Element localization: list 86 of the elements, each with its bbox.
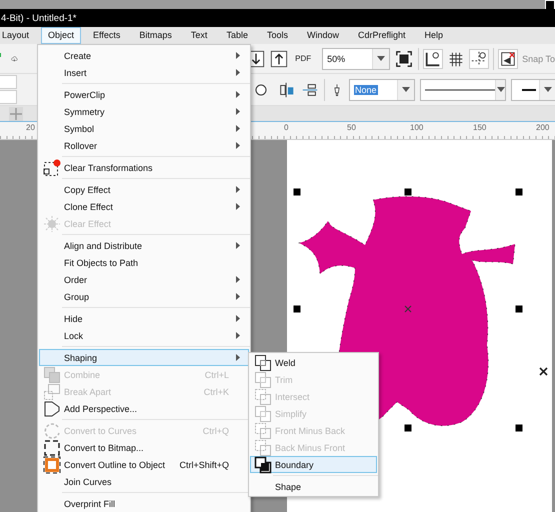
sparkle-icon xyxy=(43,214,61,232)
ruler-label: 50 xyxy=(347,123,356,132)
selection-handle[interactable] xyxy=(294,306,300,312)
menu-item[interactable]: Insert xyxy=(39,64,249,81)
menu-bar-item[interactable]: Text xyxy=(184,27,214,44)
bracket-frame-icon xyxy=(43,438,61,456)
dashed-square-icon xyxy=(43,158,61,176)
circle-icon[interactable] xyxy=(255,84,267,96)
window-control-icon[interactable] xyxy=(545,0,555,10)
rulers-icon[interactable] xyxy=(424,50,442,68)
ruler-label: 100 xyxy=(410,123,424,132)
perspective-icon xyxy=(43,400,61,418)
center-mark-icon xyxy=(404,306,412,312)
plus-icon xyxy=(10,108,22,120)
menu-bar-item[interactable]: Window xyxy=(300,27,346,44)
arrowhead-dropdown[interactable] xyxy=(511,78,555,100)
menu-item[interactable]: Convert Outline to Object Ctrl+Shift+Q xyxy=(39,456,249,473)
menu-item[interactable]: Rollover xyxy=(39,137,249,154)
menu-bar-item[interactable]: Tools xyxy=(260,27,295,44)
caret-icon xyxy=(377,56,386,61)
selection-handle[interactable] xyxy=(516,424,522,432)
menu-item[interactable]: Order xyxy=(39,271,249,288)
menu-item[interactable]: Hide xyxy=(39,310,249,327)
menu-item[interactable]: Overprint Fill xyxy=(39,495,249,512)
snap-off-icon[interactable] xyxy=(499,50,518,68)
fullscreen-icon[interactable] xyxy=(395,50,414,68)
menu-item[interactable]: Fit Objects to Path xyxy=(39,254,249,271)
overlapping-squares-icon xyxy=(43,366,61,384)
menu-item[interactable]: Group xyxy=(39,288,249,305)
export-icon[interactable] xyxy=(270,50,288,68)
dashed-squares-icon xyxy=(254,388,272,406)
input-field[interactable] xyxy=(0,75,17,89)
menu-item[interactable]: Clear Transformations xyxy=(39,159,249,176)
menu-item[interactable]: Weld xyxy=(250,354,377,371)
split-squares-icon xyxy=(43,382,61,400)
selection-handle[interactable] xyxy=(516,306,522,312)
align-icon[interactable] xyxy=(278,80,296,98)
curve-icon xyxy=(43,422,61,440)
zoom-dropdown[interactable]: 50% xyxy=(322,48,390,70)
caret-icon xyxy=(496,87,504,92)
menu-bar-item[interactable]: Help xyxy=(418,27,450,44)
menu-item[interactable]: Convert to Bitmap... xyxy=(39,439,249,456)
outline-object-icon xyxy=(43,456,61,474)
selection-handle[interactable] xyxy=(294,188,300,196)
menu-item[interactable]: Symmetry xyxy=(39,103,249,120)
ruler-label: 0 xyxy=(284,123,288,132)
menu-item[interactable]: Symbol xyxy=(39,120,249,137)
menu-item[interactable]: Copy Effect xyxy=(39,181,249,198)
menu-item[interactable]: PowerClip xyxy=(39,86,249,103)
boundary-icon xyxy=(254,456,272,474)
menu-bar-item[interactable]: Effects xyxy=(86,27,128,44)
window-title: 4-Bit) - Untitled-1* xyxy=(0,12,76,24)
selection-handle[interactable] xyxy=(404,188,412,196)
menu-bar-item[interactable]: Table xyxy=(219,27,255,44)
menu-item[interactable]: Create xyxy=(39,47,249,64)
dashed-squares-icon xyxy=(254,422,272,440)
menu-bar-item[interactable]: Bitmaps xyxy=(132,27,179,44)
menu-item[interactable]: Align and Distribute xyxy=(39,237,249,254)
menu-item[interactable]: Join Curves xyxy=(39,473,249,490)
selection-handle[interactable] xyxy=(516,188,522,196)
ruler-label: 200 xyxy=(536,123,550,132)
guidelines-icon[interactable] xyxy=(470,50,488,68)
input-field[interactable] xyxy=(0,90,17,104)
ruler-label: 20 xyxy=(26,123,35,132)
pdf-button[interactable]: PDF xyxy=(293,54,318,63)
ruler-label: 150 xyxy=(473,123,486,132)
grid-icon[interactable] xyxy=(447,50,466,68)
menu-bar-item[interactable]: Object xyxy=(41,27,82,44)
menu-item[interactable]: Shaping xyxy=(39,349,249,366)
menu-item[interactable]: Shape xyxy=(250,478,377,495)
menu-bar-item[interactable]: CdrPreflight xyxy=(350,27,413,44)
caret-icon xyxy=(544,87,552,92)
selection-handle[interactable] xyxy=(404,424,412,432)
menu-item[interactable]: Clone Effect xyxy=(39,198,249,215)
outline-width-dropdown[interactable]: None xyxy=(349,78,415,100)
menu-item[interactable]: Lock xyxy=(39,327,249,344)
line-style-dropdown[interactable] xyxy=(420,78,506,100)
menu-item[interactable]: Boundary xyxy=(250,456,377,473)
overlapping-squares-icon xyxy=(254,370,272,388)
line-style-icon xyxy=(425,88,495,92)
overlapping-squares-icon xyxy=(254,404,272,422)
dashed-squares-icon xyxy=(254,438,272,456)
x-mark-icon[interactable] xyxy=(539,367,548,376)
menu-bar-item[interactable]: Layout xyxy=(0,27,36,44)
menu-item[interactable]: Add Perspective... xyxy=(39,400,249,417)
caret-icon xyxy=(402,87,410,92)
